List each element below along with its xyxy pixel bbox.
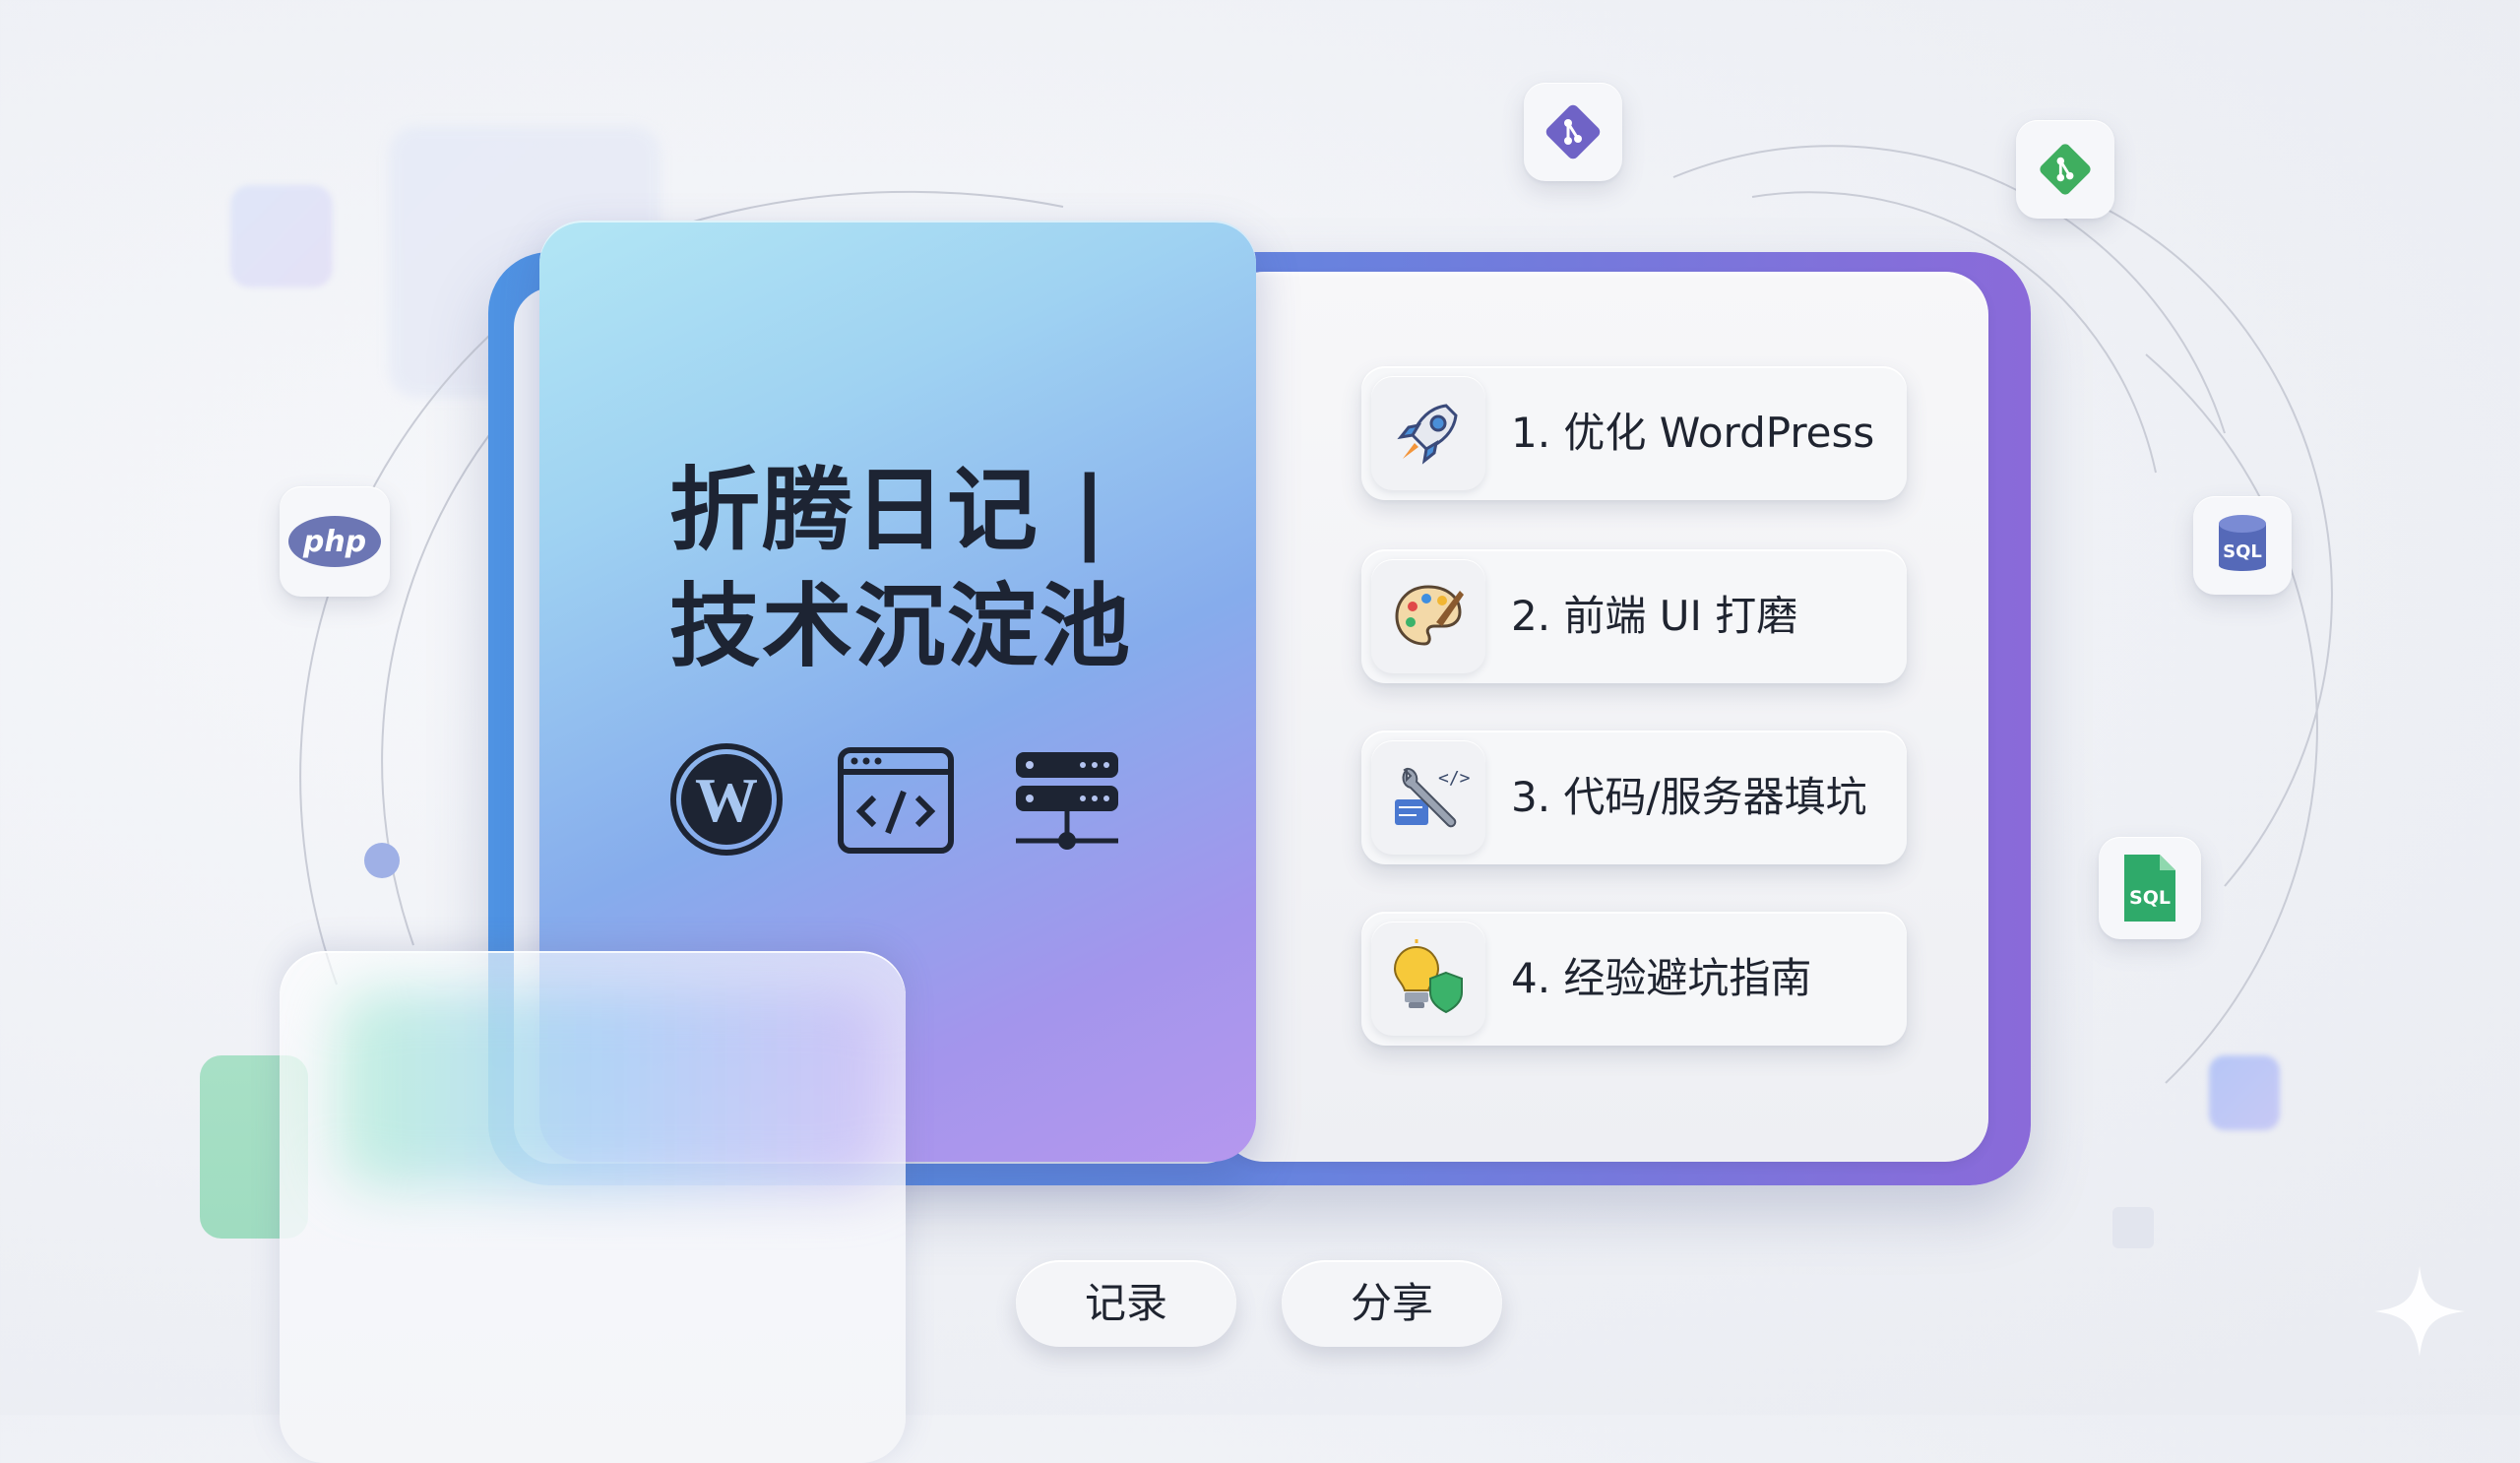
php-icon: php [280,486,390,597]
wrench-code-icon: </> [1371,740,1485,855]
menu-card-optimize-wordpress[interactable]: 1. 优化 WordPress [1361,366,1907,500]
sql-file-icon: SQL [2099,837,2201,939]
svg-text:</>: </> [1438,768,1470,789]
database-sql-icon: SQL [2193,496,2292,595]
rocket-icon [1371,376,1485,490]
php-label: php [302,525,366,559]
wordpress-icon: W [670,743,783,856]
cover-title: 折腾日记 | 技术沉淀池 [669,453,1181,685]
share-button[interactable]: 分享 [1282,1260,1502,1347]
cover-title-line1: 折腾日记 | [669,458,1108,563]
sparkle-icon [2374,1266,2465,1357]
git-icon-green [2016,120,2114,219]
record-button[interactable]: 记录 [1016,1260,1236,1347]
sql-db-label: SQL [2223,541,2262,562]
svg-text:W: W [695,765,758,835]
menu-label: 3. 代码/服务器填坑 [1511,773,1867,821]
git-icon-purple [1524,83,1622,181]
menu-card-guide[interactable]: 4. 经验避坑指南 [1361,912,1907,1046]
code-window-icon [838,747,954,854]
sql-file-label: SQL [2129,887,2171,909]
menu-label: 1. 优化 WordPress [1511,409,1875,457]
lightbulb-shield-icon [1371,922,1485,1036]
menu-label: 4. 经验避坑指南 [1511,954,1812,1002]
orbit-dot [364,843,400,878]
palette-icon [1371,559,1485,673]
cover-title-line2: 技术沉淀池 [669,574,1133,679]
menu-label: 2. 前端 UI 打磨 [1511,592,1798,640]
server-icon [1016,752,1118,850]
glass-card [280,951,906,1463]
glass-card-gradient [339,990,890,1187]
menu-card-frontend-ui[interactable]: 2. 前端 UI 打磨 [1361,549,1907,683]
menu-card-code-server[interactable]: </> 3. 代码/服务器填坑 [1361,731,1907,864]
